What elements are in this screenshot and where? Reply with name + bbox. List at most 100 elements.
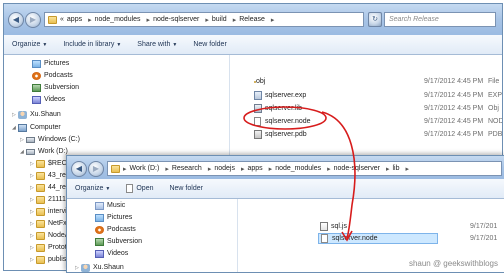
nav-item-folder[interactable]: ▷ NodeA — [30, 230, 69, 241]
nav-item-subversion[interactable]: Subversion — [95, 236, 142, 247]
nav-item-folder[interactable]: ▷ intervi — [30, 206, 67, 217]
address-bar[interactable]: ▸ Work (D:) ▸ Research ▸ nodejs ▸ apps ▸ nod… — [107, 161, 502, 176]
subversion-icon — [95, 237, 104, 246]
organize-menu[interactable]: Organize ▼ — [67, 185, 118, 192]
user-icon — [81, 263, 90, 272]
podcast-icon — [32, 71, 41, 80]
file-name: obj — [256, 78, 266, 85]
organize-menu[interactable]: Organize ▼ — [4, 41, 55, 48]
breadcrumb-node-modules[interactable]: node_modules — [95, 16, 141, 23]
subversion-icon — [32, 83, 41, 92]
music-icon — [95, 201, 104, 210]
folder-icon — [36, 171, 45, 180]
nav-item-pictures[interactable]: Pictures — [95, 212, 132, 223]
pdb-file-icon — [254, 130, 262, 139]
list-item-sqlserver-node[interactable]: sqlserver.node — [318, 233, 438, 244]
breadcrumb-apps[interactable]: apps — [67, 16, 82, 23]
address-bar[interactable]: « apps ▸ node_modules ▸ node-sqlserver ▸ bu… — [44, 12, 364, 27]
user-icon — [18, 110, 27, 119]
exp-file-icon — [254, 91, 262, 100]
watermark: shaun @ geekswithblogs — [408, 259, 498, 268]
videos-icon — [32, 95, 41, 104]
file-name: sqlserver.pdb — [265, 131, 307, 138]
file-type: Obj — [488, 105, 499, 112]
nav-item-folder[interactable]: ▷ 44_rel — [30, 182, 67, 193]
file-name: sqlserver.node — [265, 118, 311, 125]
file-icon — [321, 234, 328, 243]
nav-item-user[interactable]: ▷ Xu.Shaun — [12, 109, 61, 120]
computer-icon — [18, 123, 27, 132]
list-item-sqlserver-node[interactable]: sqlserver.node — [254, 116, 311, 127]
folder-icon — [36, 207, 45, 216]
nav-item-drive-d[interactable]: ◢ Work (D:) — [20, 146, 68, 157]
drive-icon — [26, 148, 35, 155]
nav-item-videos[interactable]: Videos — [95, 248, 128, 259]
breadcrumb-release[interactable]: Release — [239, 16, 265, 23]
file-name: sqlserver.exp — [265, 92, 307, 99]
explorer-window-lib: ◀ ▶ ▸ Work (D:) ▸ Research ▸ nodejs ▸ apps ▸… — [66, 155, 504, 273]
breadcrumb-node-modules[interactable]: node_modules — [275, 165, 321, 172]
file-name: sqlserver.lib — [265, 105, 302, 112]
nav-item-videos[interactable]: Videos — [32, 94, 65, 105]
date-modified: 9/17/201 — [470, 223, 498, 230]
folder-icon — [36, 255, 45, 264]
nav-item-folder[interactable]: ▷ 21111 — [30, 194, 66, 205]
drive-icon — [26, 136, 35, 143]
pictures-icon — [95, 213, 104, 222]
breadcrumb-overflow[interactable]: « — [60, 16, 64, 23]
back-button[interactable]: ◀ — [8, 12, 24, 28]
new-folder-button[interactable]: New folder — [161, 185, 210, 192]
list-item-sql-js[interactable]: sql.js — [320, 221, 347, 232]
file-type: NOD — [488, 118, 503, 125]
nav-item-folder[interactable]: ▷ publish — [30, 254, 70, 265]
breadcrumb-node-sqlserver[interactable]: node-sqlserver — [153, 16, 199, 23]
new-folder-button[interactable]: New folder — [185, 41, 234, 48]
nav-item-folder[interactable]: ▷ 43_rel — [30, 170, 67, 181]
list-item-sqlserver-pdb[interactable]: sqlserver.pdb — [254, 129, 307, 140]
open-button[interactable]: Open — [118, 184, 161, 193]
list-item-sqlserver-exp[interactable]: sqlserver.exp — [254, 90, 306, 101]
nav-item-podcasts[interactable]: Podcasts — [95, 224, 136, 235]
share-with-menu[interactable]: Share with ▼ — [129, 41, 185, 48]
nav-item-folder[interactable]: ▷ Protot — [30, 242, 67, 253]
folder-icon — [36, 195, 45, 204]
breadcrumb-lib[interactable]: lib — [392, 165, 399, 172]
nav-item-subversion[interactable]: Subversion — [32, 82, 79, 93]
breadcrumb-work-d[interactable]: Work (D:) — [130, 165, 160, 172]
command-bar: Organize ▼ Open New folder — [67, 179, 504, 199]
videos-icon — [95, 249, 104, 258]
folder-icon — [36, 159, 45, 168]
date-modified: 9/17/2012 4:45 PM — [424, 118, 484, 125]
title-bar: ◀ ▶ « apps ▸ node_modules ▸ node-sqlserver… — [4, 4, 502, 35]
list-item-obj[interactable]: obj — [254, 76, 265, 87]
include-in-library-menu[interactable]: Include in library ▼ — [55, 41, 129, 48]
list-item-sqlserver-lib[interactable]: sqlserver.lib — [254, 103, 302, 114]
nav-item-drive-c[interactable]: ▷ Windows (C:) — [20, 134, 80, 145]
nav-item-folder[interactable]: ▷ NetFx — [30, 218, 67, 229]
pictures-icon — [32, 59, 41, 68]
forward-button[interactable]: ▶ — [25, 12, 41, 28]
lib-file-icon — [254, 104, 262, 113]
nav-item-pictures[interactable]: Pictures — [32, 58, 69, 69]
breadcrumb-nodejs[interactable]: nodejs — [214, 165, 235, 172]
nav-item-podcasts[interactable]: Podcasts — [32, 70, 73, 81]
date-modified: 9/17/2012 4:45 PM — [424, 105, 484, 112]
back-button[interactable]: ◀ — [71, 161, 87, 177]
file-icon — [126, 184, 134, 193]
chevron-down-icon: ▼ — [172, 42, 178, 48]
nav-item-music[interactable]: Music — [95, 200, 125, 211]
folder-icon — [111, 164, 120, 173]
chevron-down-icon: ▼ — [116, 42, 122, 48]
breadcrumb-apps[interactable]: apps — [247, 165, 262, 172]
refresh-button[interactable]: ↻ — [368, 12, 382, 27]
command-bar: Organize ▼ Include in library ▼ Share with… — [4, 35, 502, 55]
breadcrumb-build[interactable]: build — [212, 16, 227, 23]
nav-item-computer[interactable]: ◢ Computer — [12, 122, 61, 133]
forward-button[interactable]: ▶ — [88, 161, 104, 177]
nav-item-user[interactable]: ▷ Xu.Shaun — [75, 262, 124, 272]
folder-icon — [48, 15, 57, 24]
search-input[interactable]: Search Release — [384, 12, 496, 27]
date-modified: 9/17/2012 4:45 PM — [424, 131, 484, 138]
breadcrumb-research[interactable]: Research — [172, 165, 202, 172]
breadcrumb-node-sqlserver[interactable]: node-sqlserver — [334, 165, 380, 172]
